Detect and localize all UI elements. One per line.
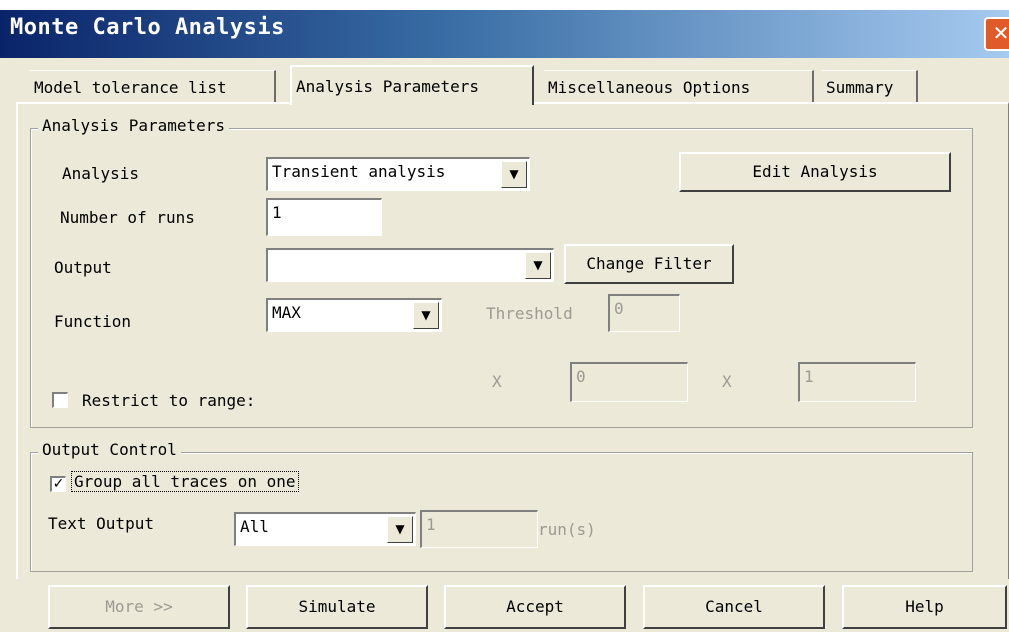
analysis-select-value: Transient analysis: [272, 162, 446, 181]
number-of-runs-label: Number of runs: [60, 208, 195, 227]
chevron-down-icon[interactable]: ▼: [501, 161, 527, 188]
tab-miscellaneous-options[interactable]: Miscellaneous Options: [544, 70, 814, 102]
group-traces-label-wrap[interactable]: Group all traces on one: [71, 471, 299, 492]
function-select-value: MAX: [272, 303, 301, 322]
chevron-down-icon[interactable]: ▼: [413, 302, 439, 329]
output-label: Output: [54, 258, 112, 277]
runs-unit-label: run(s): [538, 520, 596, 539]
window-title: Monte Carlo Analysis: [10, 15, 285, 40]
x-start-input[interactable]: 0: [570, 362, 688, 402]
analysis-select[interactable]: Transient analysis ▼: [266, 157, 530, 191]
output-select[interactable]: ▼: [266, 248, 554, 282]
x-end-input[interactable]: 1: [798, 362, 916, 402]
tab-analysis-parameters[interactable]: Analysis Parameters: [290, 65, 534, 105]
number-of-runs-input[interactable]: 1: [266, 198, 382, 236]
x-end-label: X: [722, 372, 732, 391]
group-traces-checkbox[interactable]: ✓: [50, 476, 66, 492]
help-button[interactable]: Help: [842, 585, 1007, 629]
restrict-range-checkbox[interactable]: [52, 392, 68, 408]
threshold-input[interactable]: 0: [608, 294, 680, 332]
close-icon[interactable]: ✕: [984, 17, 1009, 51]
tab-model-tolerance-list[interactable]: Model tolerance list: [30, 70, 276, 102]
text-output-label: Text Output: [48, 514, 154, 533]
analysis-label: Analysis: [62, 164, 140, 183]
text-output-runs-input[interactable]: 1: [420, 510, 538, 548]
tab-summary[interactable]: Summary: [822, 70, 918, 102]
chevron-down-icon[interactable]: ▼: [525, 252, 551, 279]
threshold-label: Threshold: [486, 304, 573, 323]
output-control-legend: Output Control: [38, 440, 181, 459]
text-output-select-value: All: [240, 517, 269, 536]
restrict-range-label[interactable]: Restrict to range:: [82, 391, 255, 410]
chevron-down-icon[interactable]: ▼: [387, 516, 413, 543]
function-label: Function: [54, 312, 132, 331]
accept-button[interactable]: Accept: [444, 585, 626, 629]
edit-analysis-button[interactable]: Edit Analysis: [679, 152, 951, 192]
change-filter-button[interactable]: Change Filter: [564, 244, 734, 284]
simulate-button[interactable]: Simulate: [246, 585, 428, 629]
text-output-select[interactable]: All ▼: [234, 512, 416, 546]
more-button[interactable]: More >>: [48, 585, 230, 629]
group-traces-label[interactable]: Group all traces on one: [71, 471, 299, 492]
cancel-button[interactable]: Cancel: [643, 585, 825, 629]
function-select[interactable]: MAX ▼: [266, 298, 442, 332]
x-start-label: X: [492, 372, 502, 391]
analysis-parameters-legend: Analysis Parameters: [38, 116, 230, 135]
